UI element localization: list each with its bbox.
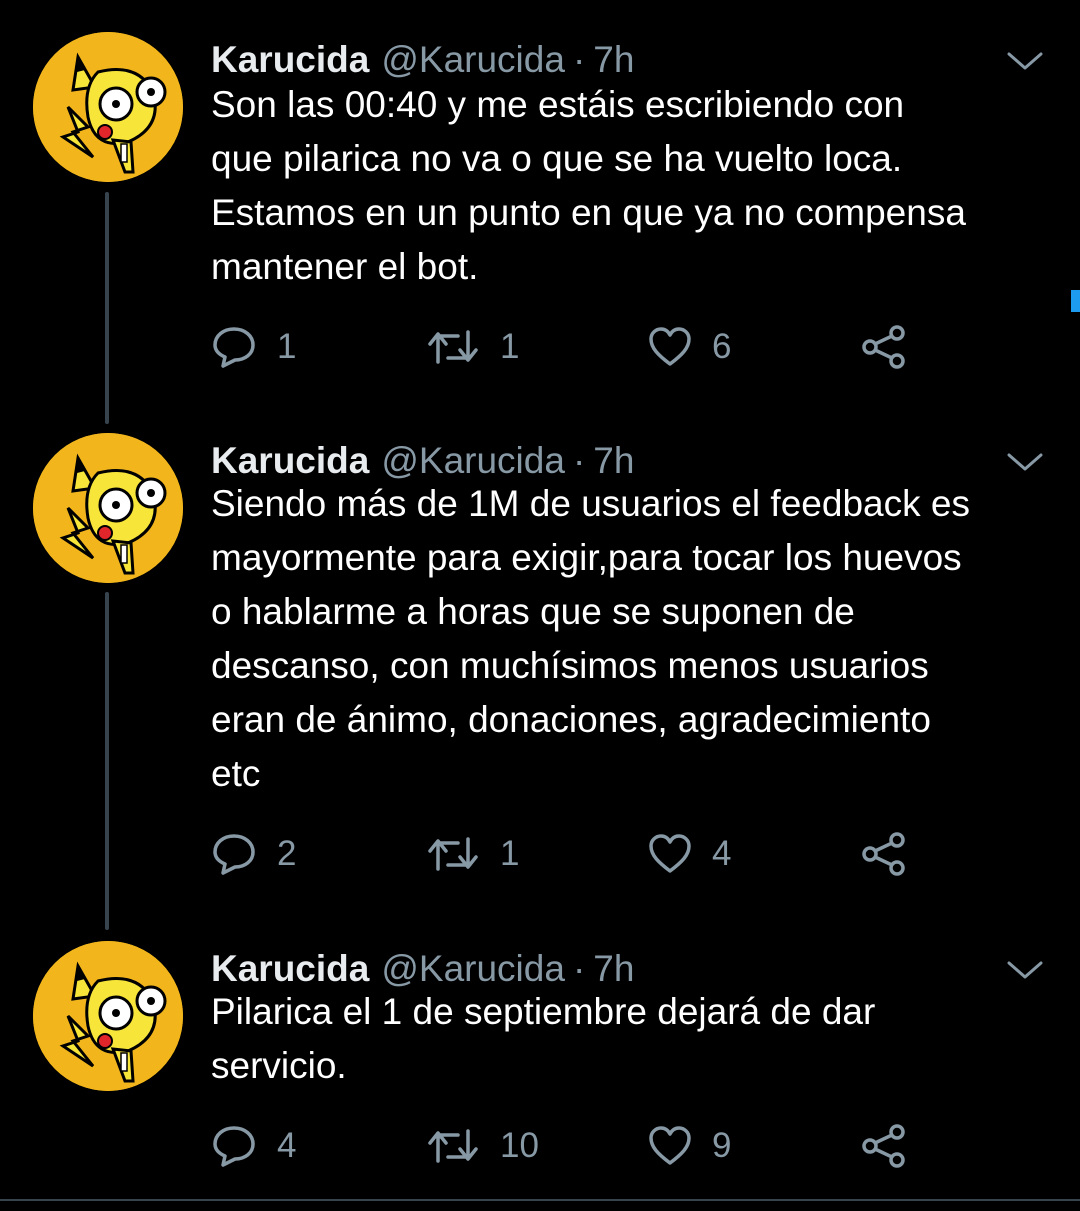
retweet-button[interactable]: 1 [426,322,519,372]
avatar[interactable] [33,433,183,583]
author-handle[interactable]: @Karucida [381,948,565,990]
share-icon [862,325,905,369]
reply-button[interactable]: 1 [211,322,296,372]
tweet-text: Son las 00:40 y me estáis escribiendo co… [211,84,966,287]
reply-icon [213,327,255,368]
author-name[interactable]: Karucida [211,440,369,482]
like-count: 6 [712,327,732,366]
like-icon [649,1126,691,1165]
retweet-icon [428,837,478,871]
tweet-actions: 2 1 4 [211,829,931,879]
like-button[interactable]: 4 [648,829,731,879]
reply-button[interactable]: 4 [211,1121,296,1171]
tweet-actions: 1 1 6 [211,322,931,372]
like-button[interactable]: 9 [648,1121,731,1171]
separator: · [572,440,586,481]
avatar[interactable] [33,32,183,182]
retweet-button[interactable]: 10 [426,1121,539,1171]
tweet-header: Karucida @Karucida · 7h [211,38,634,82]
avatar[interactable] [33,941,183,1091]
like-count: 4 [712,834,732,873]
retweet-count: 10 [500,1126,539,1165]
avatar-image [33,941,183,1091]
chevron-down-icon[interactable] [1003,46,1047,76]
like-button[interactable]: 6 [648,322,731,372]
retweet-count: 1 [500,327,520,366]
avatar-image [33,32,183,182]
author-name[interactable]: Karucida [211,39,369,81]
retweet-count: 1 [500,834,520,873]
share-button[interactable] [861,1121,907,1171]
author-name[interactable]: Karucida [211,948,369,990]
like-count: 9 [712,1126,732,1165]
thread-line-2 [105,592,109,930]
share-button[interactable] [861,322,907,372]
author-handle[interactable]: @Karucida [381,440,565,482]
tweet-text: Siendo más de 1M de usuarios el feedback… [211,483,970,794]
retweet-icon [428,330,478,364]
share-icon [862,832,905,876]
divider [0,1199,1080,1201]
timestamp[interactable]: 7h [593,948,634,990]
reply-count: 2 [277,834,297,873]
reply-count: 4 [277,1126,297,1165]
chevron-down-icon[interactable] [1003,955,1047,985]
separator: · [572,39,586,80]
chevron-down-icon[interactable] [1003,447,1047,477]
share-button[interactable] [861,829,907,879]
timestamp[interactable]: 7h [593,39,634,81]
thread-line-1 [105,192,109,424]
like-icon [649,327,691,366]
like-icon [649,834,691,873]
reply-button[interactable]: 2 [211,829,296,879]
timestamp[interactable]: 7h [593,440,634,482]
author-handle[interactable]: @Karucida [381,39,565,81]
separator: · [572,948,586,989]
retweet-icon [428,1129,478,1163]
reply-icon [213,834,255,875]
tweet-text: Pilarica el 1 de septiembre dejará de da… [211,991,876,1086]
tweet-actions: 4 10 9 [211,1121,931,1171]
avatar-image [33,433,183,583]
scroll-indicator [1071,290,1080,312]
reply-count: 1 [277,327,297,366]
reply-icon [213,1126,255,1167]
retweet-button[interactable]: 1 [426,829,519,879]
share-icon [862,1124,905,1168]
